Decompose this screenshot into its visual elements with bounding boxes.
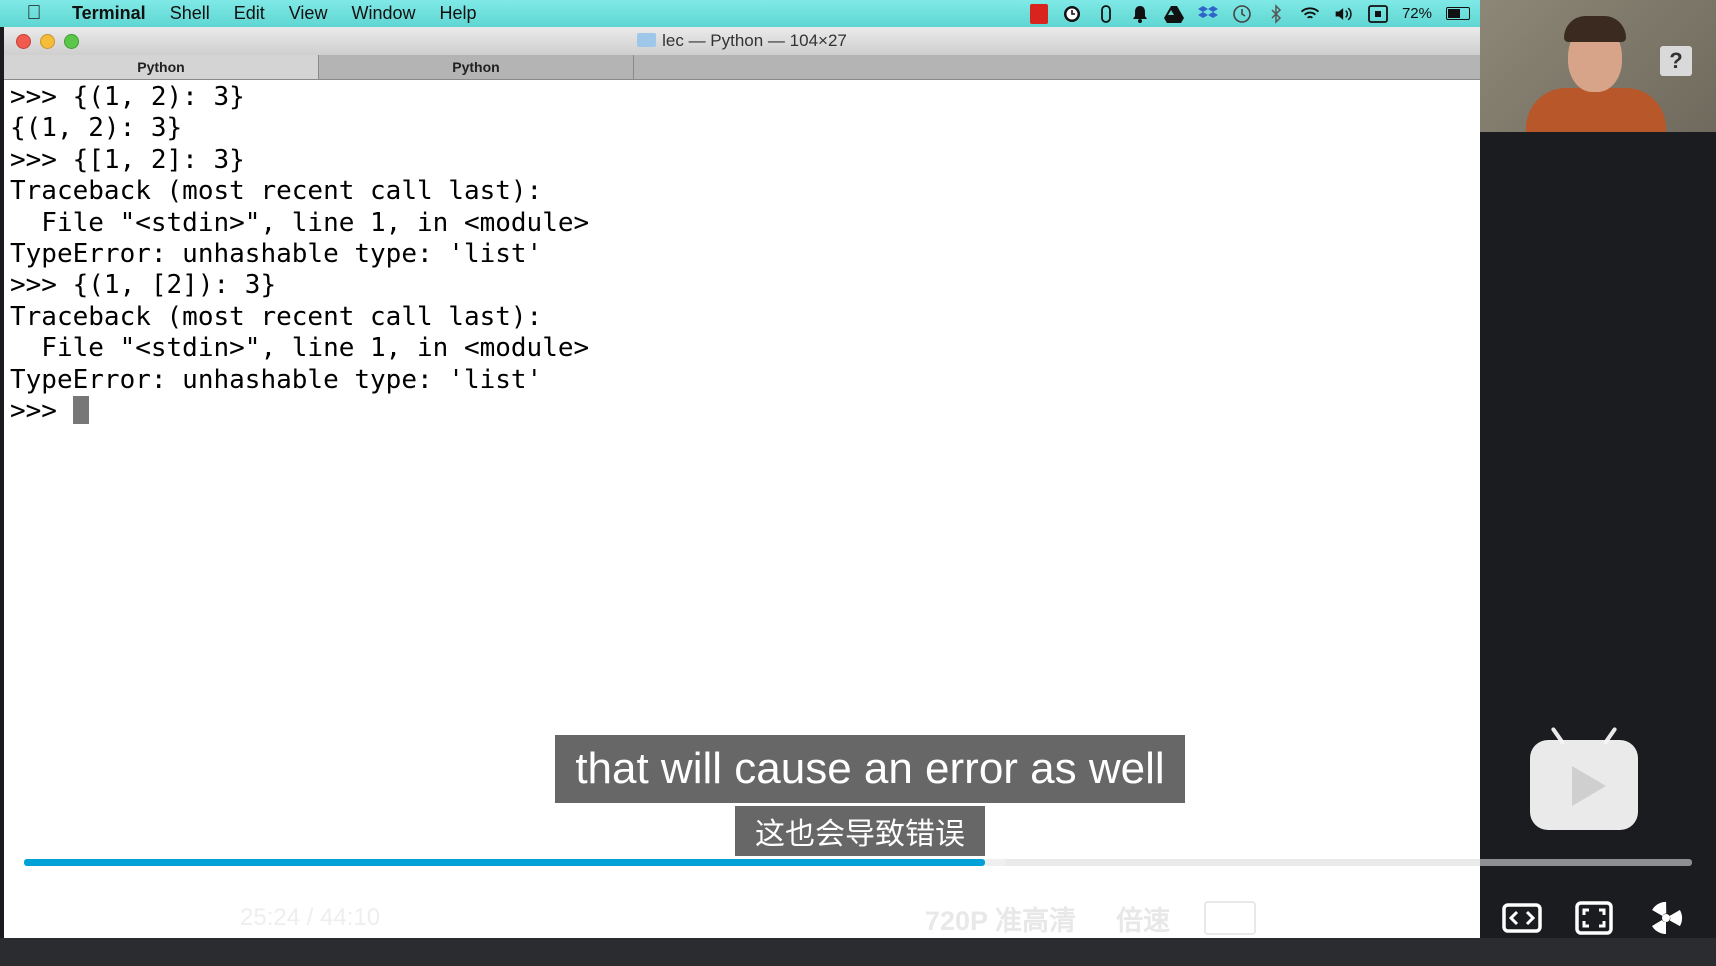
menu-terminal[interactable]: Terminal [72, 3, 146, 24]
presenter-shirt [1526, 88, 1666, 132]
window-title-text: lec — Python — 104×27 [662, 31, 847, 50]
subtitle-english: that will cause an error as well [555, 735, 1185, 803]
subtitle-chinese: 这也会导致错误 [735, 806, 985, 856]
status-area: 72% [1029, 0, 1480, 27]
apple-icon[interactable]:  [16, 2, 52, 25]
text-cursor [72, 395, 89, 424]
paperclip-icon[interactable] [1096, 4, 1116, 24]
battery-percentage: 72% [1401, 5, 1432, 22]
subtitle-toggle[interactable]: 字幕 [1204, 901, 1256, 935]
notification-bell-icon[interactable] [1130, 4, 1150, 24]
window-titlebar[interactable]: lec — Python — 104×27 [4, 27, 1480, 55]
time-machine-icon[interactable] [1232, 4, 1252, 24]
dropbox-icon[interactable] [1197, 4, 1218, 24]
web-fullscreen-icon[interactable] [1500, 896, 1544, 940]
current-time: 25:24 [240, 904, 301, 931]
window-title: lec — Python — 104×27 [4, 31, 1480, 51]
progress-played [24, 859, 985, 866]
tab-bar: Python Python [4, 55, 1480, 80]
fullscreen-icon[interactable] [1572, 896, 1616, 940]
terminal-prompt-line[interactable]: >>> [10, 395, 1474, 427]
terminal-line: >>> {(1, [2]): 3} [10, 270, 277, 301]
terminal-line: Traceback (most recent call last): [10, 176, 543, 207]
previous-icon[interactable] [46, 905, 72, 931]
presenter-webcam: ? [1480, 0, 1716, 132]
settings-gear-icon[interactable] [1356, 896, 1400, 940]
duration: 44:10 [320, 904, 381, 931]
play-triangle-icon [1572, 766, 1606, 806]
play-icon[interactable] [112, 901, 144, 935]
terminal-line: File "<stdin>", line 1, in <module> [10, 333, 590, 364]
radiation-icon[interactable] [1644, 896, 1688, 940]
terminal-line: >>> {[1, 2]: 3} [10, 144, 245, 175]
next-icon[interactable] [184, 905, 210, 931]
progress-bar[interactable] [24, 859, 1692, 866]
menu-edit[interactable]: Edit [234, 3, 265, 24]
bluetooth-icon[interactable] [1266, 3, 1286, 24]
folder-icon [637, 33, 657, 47]
battery-icon[interactable] [1446, 7, 1470, 20]
terminal-line: File "<stdin>", line 1, in <module> [10, 207, 590, 238]
google-drive-icon[interactable] [1163, 4, 1184, 24]
tv-play-icon[interactable] [1530, 740, 1638, 830]
menu-help[interactable]: Help [439, 3, 476, 24]
player-right-controls: 720P 准高清 倍速 字幕 [925, 878, 1716, 958]
prompt: >>> [10, 395, 73, 426]
time-separator: / [306, 904, 314, 931]
speed-selector[interactable]: 倍速 [1116, 899, 1170, 938]
player-controls: 25:24 / 44:10 720P 准高清 倍速 字幕 [0, 878, 1716, 958]
wifi-icon[interactable] [1300, 4, 1320, 24]
quality-selector[interactable]: 720P 准高清 [925, 899, 1076, 938]
terminal-line: >>> {(1, 2): 3} [10, 82, 245, 112]
terminal-line: {(1, 2): 3} [10, 113, 183, 144]
red-app-icon[interactable] [1029, 3, 1048, 24]
terminal-output[interactable]: >>> {(1, 2): 3} {(1, 2): 3} >>> {[1, 2]:… [4, 80, 1480, 429]
tab-python-1[interactable]: Python [4, 55, 319, 79]
tab-python-2[interactable]: Python [319, 55, 634, 79]
display-icon[interactable] [1368, 4, 1388, 24]
presenter-hair [1564, 16, 1626, 42]
time-display: 25:24 / 44:10 [240, 904, 380, 932]
menu-shell[interactable]: Shell [170, 3, 210, 24]
menu-view[interactable]: View [289, 3, 328, 24]
picture-in-picture-icon[interactable] [1428, 896, 1472, 940]
help-icon: ? [1660, 46, 1692, 76]
terminal-line: TypeError: unhashable type: 'list' [10, 364, 543, 395]
terminal-line: Traceback (most recent call last): [10, 301, 543, 332]
menu-window[interactable]: Window [351, 3, 415, 24]
timer-icon[interactable] [1062, 4, 1082, 24]
volume-icon[interactable] [1334, 4, 1354, 24]
menu-bar:  Terminal Shell Edit View Window Help [0, 0, 1480, 27]
volume-control-icon[interactable] [1284, 896, 1328, 940]
terminal-line: TypeError: unhashable type: 'list' [10, 238, 543, 269]
